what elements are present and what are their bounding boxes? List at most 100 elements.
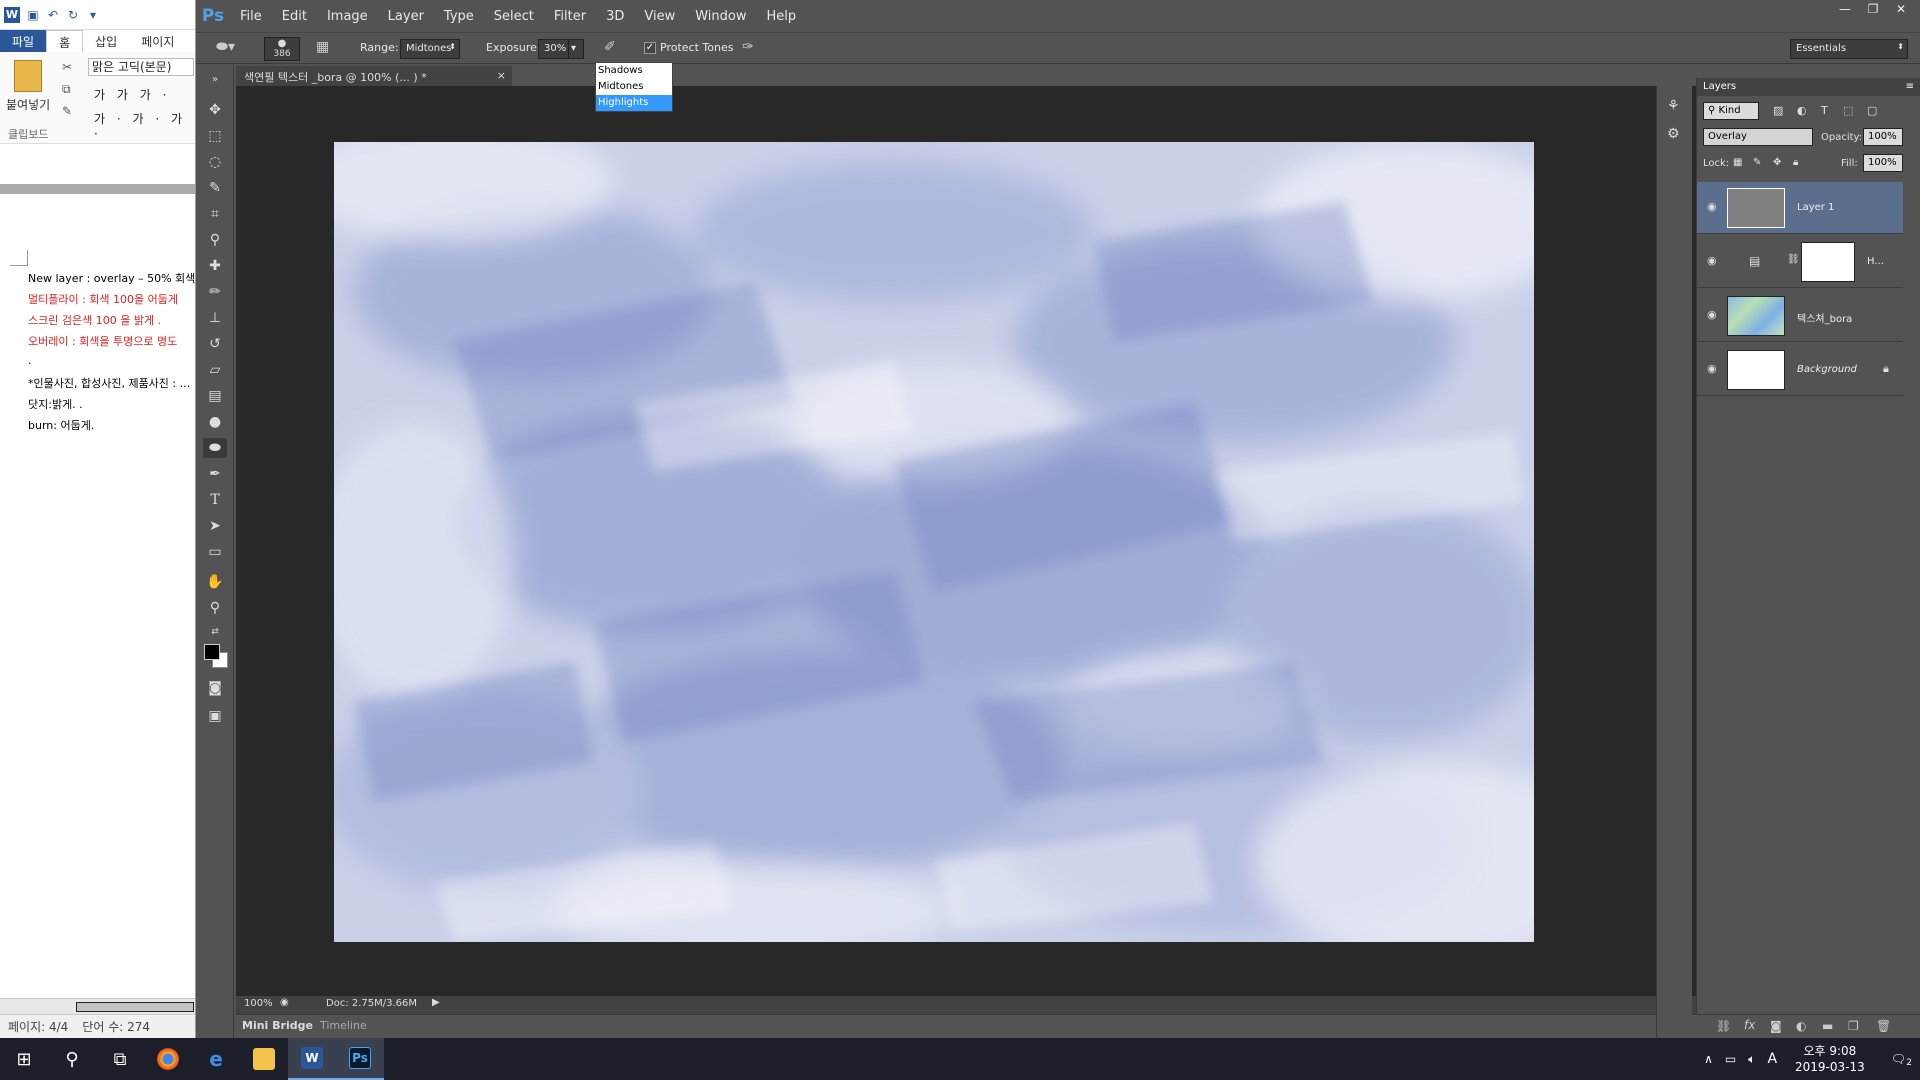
word-taskbar-icon[interactable]: W bbox=[288, 1038, 336, 1080]
lasso-tool-icon[interactable]: ◌ bbox=[203, 152, 227, 172]
menu-type[interactable]: Type bbox=[434, 9, 484, 24]
scrollbar-thumb[interactable] bbox=[76, 1002, 194, 1012]
tab-insert[interactable]: 삽입 bbox=[83, 30, 129, 52]
rectangle-tool-icon[interactable]: ▭ bbox=[203, 542, 227, 562]
chrome-icon[interactable] bbox=[144, 1038, 192, 1080]
network-icon[interactable]: ▭ bbox=[1719, 1052, 1742, 1066]
gradient-tool-icon[interactable]: ▤ bbox=[203, 386, 227, 406]
menu-help[interactable]: Help bbox=[757, 9, 807, 24]
layer-name[interactable]: 텍스쳐_bora bbox=[1797, 310, 1852, 325]
maximize-icon[interactable]: ❐ bbox=[1862, 0, 1884, 18]
lock-image-icon[interactable]: ✎ bbox=[1753, 157, 1761, 168]
menu-edit[interactable]: Edit bbox=[272, 9, 317, 24]
tab-page[interactable]: 페이지 bbox=[129, 30, 186, 52]
layer-name[interactable]: Layer 1 bbox=[1797, 202, 1834, 213]
word-count[interactable]: 단어 수: 274 bbox=[82, 1018, 150, 1035]
volume-icon[interactable]: 🔈︎ bbox=[1742, 1052, 1761, 1067]
add-mask-icon[interactable]: ◙ bbox=[1770, 1019, 1782, 1033]
zoom-tool-icon[interactable]: ⚲ bbox=[203, 598, 227, 618]
close-icon[interactable]: ✕ bbox=[1890, 0, 1912, 18]
layer-row-background[interactable]: ◉ Background 🔒︎ bbox=[1697, 344, 1903, 396]
customize-qat-icon[interactable]: ▾ bbox=[86, 8, 100, 22]
brush-preset-picker[interactable]: ● 386 bbox=[264, 37, 300, 61]
hand-tool-icon[interactable]: ✋ bbox=[203, 572, 227, 592]
layer-name[interactable]: H... bbox=[1867, 256, 1884, 267]
history-panel-icon[interactable]: ⚘ bbox=[1667, 98, 1680, 114]
swap-colors-icon[interactable]: ⇄ bbox=[203, 622, 227, 642]
minimize-icon[interactable]: — bbox=[1834, 0, 1856, 18]
new-adjustment-icon[interactable]: ◐ bbox=[1796, 1019, 1806, 1033]
status-info-icon[interactable]: ◉ bbox=[280, 997, 289, 1008]
save-icon[interactable]: ▣ bbox=[26, 8, 40, 22]
copy-icon[interactable]: ⧉ bbox=[62, 82, 71, 97]
action-center-icon[interactable]: 🗨︎ 2 bbox=[1877, 1052, 1920, 1068]
paste-label[interactable]: 붙여넣기 bbox=[6, 96, 50, 113]
eye-icon[interactable]: ◉ bbox=[1707, 308, 1721, 322]
healing-brush-tool-icon[interactable]: ✚ bbox=[203, 256, 227, 276]
menu-layer[interactable]: Layer bbox=[378, 9, 434, 24]
search-icon[interactable]: ⚲ bbox=[48, 1038, 96, 1080]
new-layer-icon[interactable]: ❐ bbox=[1848, 1019, 1859, 1033]
tab-mini-bridge[interactable]: Mini Bridge bbox=[242, 1019, 313, 1032]
delete-layer-icon[interactable]: 🗑︎ bbox=[1876, 1019, 1891, 1033]
tab-home[interactable]: 홈 bbox=[46, 30, 84, 52]
photoshop-taskbar-icon[interactable]: Ps bbox=[336, 1038, 384, 1080]
history-brush-tool-icon[interactable]: ↺ bbox=[203, 334, 227, 354]
close-tab-icon[interactable]: × bbox=[497, 69, 506, 82]
filter-adjustment-icon[interactable]: ◐ bbox=[1797, 104, 1807, 117]
layer-name[interactable]: Background bbox=[1797, 364, 1857, 375]
status-menu-arrow-icon[interactable]: ▶ bbox=[432, 997, 440, 1008]
range-option-midtones[interactable]: Midtones bbox=[596, 79, 672, 95]
pen-tool-icon[interactable]: ✒ bbox=[203, 464, 227, 484]
edge-icon[interactable]: e bbox=[192, 1038, 240, 1080]
opacity-input[interactable]: 100% bbox=[1863, 128, 1903, 146]
layer-row-adjustment[interactable]: ◉ ▤ ⛓ H... bbox=[1697, 236, 1903, 288]
link-layers-icon[interactable]: ⛓ bbox=[1716, 1019, 1731, 1033]
lock-all-icon[interactable]: 🔒︎ bbox=[1793, 157, 1798, 168]
zoom-level[interactable]: 100% bbox=[244, 998, 273, 1009]
document-page[interactable]: New layer : overlay – 50% 회색 ... 멀티플라이 :… bbox=[0, 196, 195, 976]
properties-panel-icon[interactable]: ⚙ bbox=[1667, 126, 1680, 142]
eye-icon[interactable]: ◉ bbox=[1707, 362, 1721, 376]
start-windows-icon[interactable]: ⊞ bbox=[0, 1038, 48, 1080]
foreground-color-swatch[interactable] bbox=[204, 644, 220, 660]
brush-panel-toggle-icon[interactable]: ▦ bbox=[316, 39, 329, 55]
clock[interactable]: 오후 9:08 2019-03-13 bbox=[1783, 1043, 1877, 1075]
file-explorer-icon[interactable] bbox=[240, 1038, 288, 1080]
menu-window[interactable]: Window bbox=[685, 9, 756, 24]
marquee-tool-icon[interactable]: ⬚ bbox=[203, 126, 227, 146]
paste-icon[interactable] bbox=[14, 60, 42, 92]
filter-type-icon[interactable]: T bbox=[1821, 104, 1828, 117]
lock-transparent-icon[interactable]: ▦ bbox=[1733, 157, 1742, 168]
panel-collapse-icon[interactable]: » bbox=[203, 70, 227, 90]
document-tab[interactable]: 색연필 텍스터 _bora @ 100% (... ) * × bbox=[236, 66, 512, 86]
panel-menu-icon[interactable]: ≡ bbox=[1906, 81, 1914, 92]
undo-icon[interactable]: ↶ bbox=[46, 8, 60, 22]
blur-tool-icon[interactable]: ● bbox=[203, 412, 227, 432]
lock-position-icon[interactable]: ✥ bbox=[1773, 157, 1781, 168]
filter-smart-object-icon[interactable]: ▢ bbox=[1867, 104, 1877, 117]
font-name-select[interactable]: 맑은 고딕(본문) bbox=[88, 58, 194, 76]
quick-mask-icon[interactable]: ◙ bbox=[203, 678, 227, 698]
ime-indicator[interactable]: A bbox=[1761, 1051, 1783, 1067]
filter-shape-icon[interactable]: ⬚ bbox=[1843, 104, 1853, 117]
blend-mode-select[interactable]: Overlay bbox=[1703, 128, 1813, 146]
eye-icon[interactable]: ◉ bbox=[1707, 200, 1721, 214]
path-selection-tool-icon[interactable]: ➤ bbox=[203, 516, 227, 536]
menu-3d[interactable]: 3D bbox=[596, 9, 634, 24]
menu-view[interactable]: View bbox=[634, 9, 685, 24]
fill-input[interactable]: 100% bbox=[1863, 154, 1903, 172]
sponge-tool-preset-icon[interactable]: ⬬▾ bbox=[216, 39, 235, 55]
font-format-row[interactable]: 가 가 가 · bbox=[94, 86, 170, 103]
clone-stamp-tool-icon[interactable]: ⊥ bbox=[203, 308, 227, 328]
redo-icon[interactable]: ↻ bbox=[66, 8, 80, 22]
screen-mode-icon[interactable]: ▣ bbox=[203, 706, 227, 726]
tray-overflow-icon[interactable]: ∧ bbox=[1698, 1052, 1719, 1066]
range-option-shadows[interactable]: Shadows bbox=[596, 63, 672, 79]
protect-tones-checkbox[interactable]: ✓ Protect Tones bbox=[644, 41, 733, 54]
link-icon[interactable]: ⛓ bbox=[1787, 254, 1800, 265]
filter-pixel-icon[interactable]: ▨ bbox=[1773, 104, 1783, 117]
canvas-area[interactable] bbox=[236, 86, 1834, 996]
tab-timeline[interactable]: Timeline bbox=[320, 1019, 367, 1032]
exposure-slider-toggle[interactable]: ▾ bbox=[568, 39, 584, 59]
